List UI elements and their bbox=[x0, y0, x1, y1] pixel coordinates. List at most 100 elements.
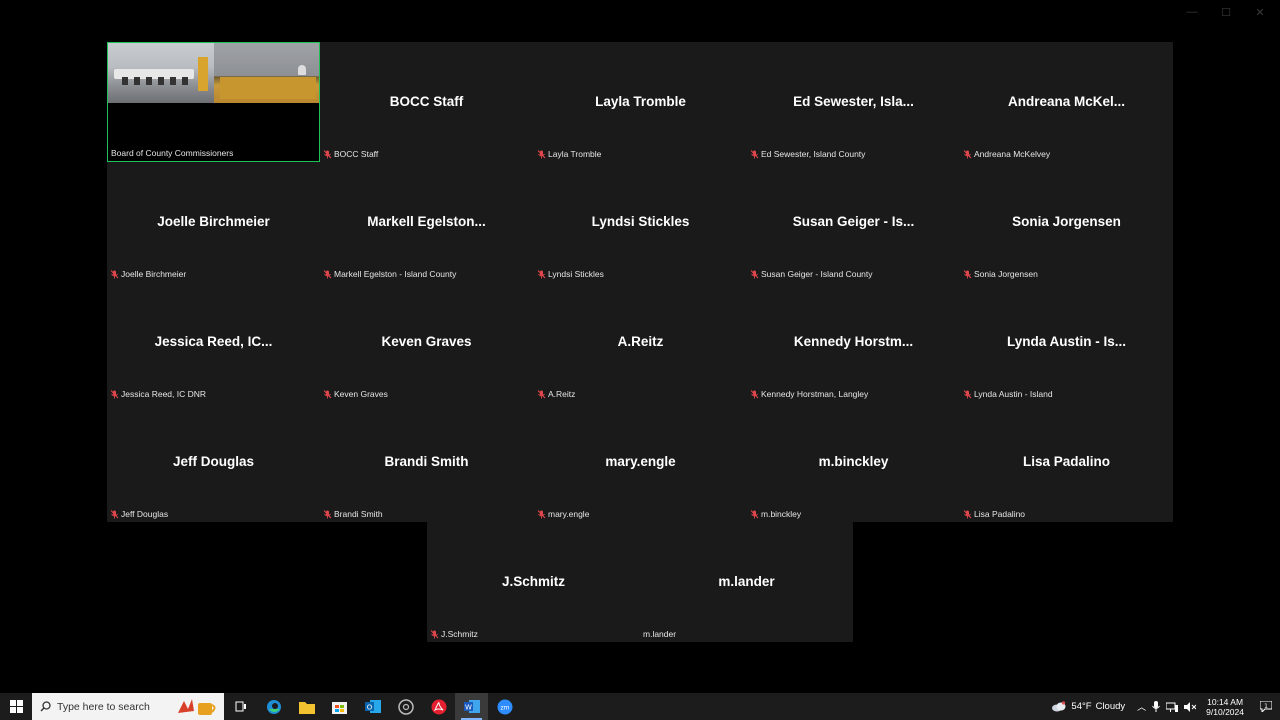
participant-label: Joelle Birchmeier bbox=[110, 269, 186, 279]
svg-text:O: O bbox=[366, 704, 372, 712]
participant-label: Jeff Douglas bbox=[110, 509, 168, 519]
participant-tile-joelle-birchmeier[interactable]: Joelle Birchmeier Joelle Birchmeier bbox=[107, 162, 320, 282]
participant-label-text: Ed Sewester, Island County bbox=[761, 149, 866, 159]
taskbar-app-zoom[interactable]: zm bbox=[488, 693, 521, 720]
participant-label: J.Schmitz bbox=[430, 629, 478, 639]
participant-tile-markell-egelston-island-county[interactable]: Markell Egelston... Markell Egelston - Is… bbox=[320, 162, 533, 282]
svg-text:1: 1 bbox=[1264, 703, 1268, 710]
participant-tile-j-schmitz[interactable]: J.Schmitz J.Schmitz bbox=[427, 522, 640, 642]
taskbar-search-box[interactable]: Type here to search bbox=[32, 693, 224, 720]
participant-name: Brandi Smith bbox=[384, 454, 469, 469]
participant-tile-lyndsi-stickles[interactable]: Lyndsi Stickles Lyndsi Stickles bbox=[534, 162, 747, 282]
participant-tile-mary-engle[interactable]: mary.engle mary.engle bbox=[534, 402, 747, 522]
participant-label-text: Andreana McKelvey bbox=[974, 149, 1051, 159]
participant-label: Jessica Reed, IC DNR bbox=[110, 389, 206, 399]
maximize-icon[interactable]: ☐ bbox=[1220, 6, 1232, 19]
start-button[interactable] bbox=[0, 693, 32, 720]
taskbar-app-chrome[interactable] bbox=[389, 693, 422, 720]
windows-logo-icon bbox=[9, 700, 23, 713]
edge-icon bbox=[266, 699, 282, 715]
participant-label: Markell Egelston - Island County bbox=[323, 269, 456, 279]
participant-tile-jessica-reed-ic-dnr[interactable]: Jessica Reed, IC... Jessica Reed, IC DNR bbox=[107, 282, 320, 402]
zoom-icon: zm bbox=[497, 699, 513, 715]
participant-label: Lynda Austin - Island bbox=[963, 389, 1053, 399]
taskbar-app-word[interactable]: W bbox=[455, 693, 488, 720]
weather-widget[interactable]: 54°F Cloudy bbox=[1051, 701, 1125, 712]
participant-name: Markell Egelston... bbox=[367, 214, 486, 229]
network-icon[interactable] bbox=[1166, 702, 1179, 712]
participant-label-text: Jeff Douglas bbox=[121, 509, 169, 519]
weather-temp: 54°F bbox=[1071, 701, 1092, 712]
svg-text:zm: zm bbox=[500, 704, 509, 711]
participant-tile-susan-geiger-island-county[interactable]: Susan Geiger - Is... Susan Geiger - Islan… bbox=[747, 162, 960, 282]
participant-label: Layla Tromble bbox=[537, 149, 601, 159]
participant-name: Keven Graves bbox=[381, 334, 472, 349]
participant-tile-keven-graves[interactable]: Keven Graves Keven Graves bbox=[320, 282, 533, 402]
muted-mic-icon bbox=[537, 389, 546, 399]
participant-name: mary.engle bbox=[605, 454, 676, 469]
participant-label-text: Layla Tromble bbox=[548, 149, 602, 159]
participant-label-text: Susan Geiger - Island County bbox=[761, 269, 873, 279]
acrobat-icon bbox=[431, 699, 447, 715]
participant-label: A.Reitz bbox=[537, 389, 575, 399]
notification-icon: 1 bbox=[1260, 701, 1272, 712]
store-icon bbox=[332, 699, 347, 714]
participant-name: Kennedy Horstm... bbox=[793, 334, 914, 349]
participant-name: Joelle Birchmeier bbox=[157, 214, 270, 229]
participant-name: m.lander bbox=[718, 574, 775, 589]
task-view-icon bbox=[235, 701, 247, 712]
muted-mic-icon bbox=[537, 269, 546, 279]
participant-tile-a-reitz[interactable]: A.Reitz A.Reitz bbox=[534, 282, 747, 402]
search-icon bbox=[40, 701, 51, 712]
participant-label: mary.engle bbox=[537, 509, 589, 519]
taskbar-app-edge[interactable] bbox=[257, 693, 290, 720]
participant-tile-m-lander[interactable]: m.lander m.lander bbox=[640, 522, 853, 642]
taskbar-app-file-explorer[interactable] bbox=[290, 693, 323, 720]
participant-label: m.lander bbox=[643, 629, 676, 639]
participant-tile-jeff-douglas[interactable]: Jeff Douglas Jeff Douglas bbox=[107, 402, 320, 522]
participant-tile-lynda-austin-island[interactable]: Lynda Austin - Is... Lynda Austin - Islan… bbox=[960, 282, 1173, 402]
participant-label-text: BOCC Staff bbox=[334, 149, 379, 159]
participant-tile-ed-sewester-island-county[interactable]: Ed Sewester, Isla... Ed Sewester, Island … bbox=[747, 42, 960, 162]
participant-tile-kennedy-horstman-langley[interactable]: Kennedy Horstm... Kennedy Horstman, Langl… bbox=[747, 282, 960, 402]
taskbar-app-outlook[interactable]: O bbox=[356, 693, 389, 720]
participant-tile-andreana-mckelvey[interactable]: Andreana McKel... Andreana McKelvey bbox=[960, 42, 1173, 162]
participant-tile-bocc-staff[interactable]: BOCC Staff BOCC Staff bbox=[320, 42, 533, 162]
participant-label-text: mary.engle bbox=[548, 509, 590, 519]
participant-name: Jessica Reed, IC... bbox=[154, 334, 273, 349]
close-icon[interactable]: ✕ bbox=[1254, 6, 1266, 19]
participant-tile-m-binckley[interactable]: m.binckley m.binckley bbox=[747, 402, 960, 522]
participant-label: Lisa Padalino bbox=[963, 509, 1025, 519]
participant-label-text: Kennedy Horstman, Langley bbox=[761, 389, 869, 399]
participant-label-text: J.Schmitz bbox=[441, 629, 478, 639]
muted-mic-icon bbox=[963, 509, 972, 519]
volume-muted-icon[interactable] bbox=[1184, 701, 1197, 712]
participant-label: Board of County Commissioners bbox=[111, 148, 233, 158]
muted-mic-icon bbox=[323, 149, 332, 159]
taskbar-app-store[interactable] bbox=[323, 693, 356, 720]
notification-center-button[interactable]: 1 bbox=[1256, 701, 1276, 712]
taskbar-app-acrobat[interactable] bbox=[422, 693, 455, 720]
participant-name: Layla Tromble bbox=[595, 94, 686, 109]
muted-mic-icon bbox=[110, 509, 119, 519]
participant-tile-lisa-padalino[interactable]: Lisa Padalino Lisa Padalino bbox=[960, 402, 1173, 522]
taskbar-app-task-view[interactable] bbox=[224, 693, 257, 720]
clock-date: 9/10/2024 bbox=[1206, 706, 1244, 717]
muted-mic-icon bbox=[110, 269, 119, 279]
taskbar-clock[interactable]: 10:14 AM 9/10/2024 bbox=[1206, 697, 1244, 717]
muted-mic-icon bbox=[323, 269, 332, 279]
participant-tile-sonia-jorgensen[interactable]: Sonia Jorgensen Sonia Jorgensen bbox=[960, 162, 1173, 282]
participant-label: Brandi Smith bbox=[323, 509, 383, 519]
participant-name: Jeff Douglas bbox=[172, 454, 254, 469]
participant-label: Sonia Jorgensen bbox=[963, 269, 1038, 279]
microphone-icon[interactable] bbox=[1152, 701, 1161, 712]
minimize-icon[interactable]: — bbox=[1186, 6, 1198, 19]
participant-label: Ed Sewester, Island County bbox=[750, 149, 865, 159]
participant-name: Ed Sewester, Isla... bbox=[793, 94, 914, 109]
chevron-up-icon[interactable]: ︿ bbox=[1137, 700, 1146, 713]
muted-mic-icon bbox=[323, 389, 332, 399]
participant-tile-brandi-smith[interactable]: Brandi Smith Brandi Smith bbox=[320, 402, 533, 522]
muted-mic-icon bbox=[963, 269, 972, 279]
participant-tile-layla-tromble[interactable]: Layla Tromble Layla Tromble bbox=[534, 42, 747, 162]
participant-tile-board-of-county-commissioners[interactable]: Board of County Commissioners bbox=[107, 42, 320, 162]
